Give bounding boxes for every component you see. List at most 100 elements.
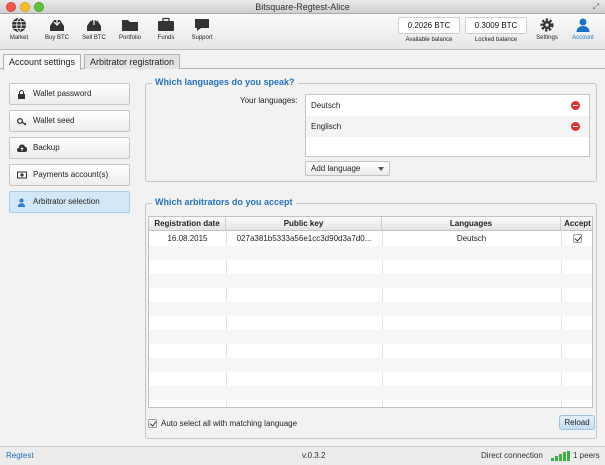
table-row bbox=[149, 302, 592, 316]
market-label: Market bbox=[9, 35, 29, 41]
account-button[interactable]: Account bbox=[566, 16, 600, 48]
remove-icon[interactable] bbox=[571, 101, 580, 110]
column-header-accept[interactable]: Accept bbox=[561, 217, 592, 231]
registration-date-cell: 16.08.2015 bbox=[167, 234, 208, 243]
settings-label: Settings bbox=[536, 35, 558, 41]
languages-list[interactable]: Deutsch Englisch bbox=[305, 94, 590, 157]
market-button[interactable]: Market bbox=[2, 16, 36, 48]
gear-icon bbox=[540, 18, 554, 32]
buy-btc-label: Buy BTC bbox=[44, 35, 69, 41]
languages-group: Which languages do you speak? Your langu… bbox=[145, 77, 597, 182]
folder-icon bbox=[122, 20, 138, 31]
table-row bbox=[149, 344, 592, 358]
connection-status: Direct connection bbox=[481, 451, 543, 460]
main-tabs: Account settings Arbitrator registration bbox=[0, 51, 605, 70]
version-label: v.0.3.2 bbox=[302, 451, 326, 460]
portfolio-button[interactable]: Portfolio bbox=[113, 16, 147, 48]
table-row bbox=[149, 246, 592, 260]
account-label: Account bbox=[572, 35, 594, 41]
briefcase-icon bbox=[158, 17, 174, 31]
locked-balance: 0.3009 BTC Locked balance bbox=[465, 17, 527, 43]
language-name: Deutsch bbox=[311, 101, 341, 110]
auto-select-checkbox[interactable] bbox=[148, 419, 157, 428]
sell-icon bbox=[87, 17, 101, 31]
list-item[interactable]: Deutsch bbox=[306, 95, 589, 116]
support-label: Support bbox=[191, 35, 213, 41]
table-row bbox=[149, 386, 592, 400]
table-row bbox=[149, 274, 592, 288]
languages-group-title: Which languages do you speak? bbox=[152, 77, 298, 87]
column-header-languages[interactable]: Languages bbox=[382, 217, 561, 231]
lock-icon bbox=[18, 90, 25, 99]
zoom-window-button[interactable] bbox=[34, 2, 44, 12]
accept-checkbox[interactable] bbox=[573, 234, 582, 243]
auto-select-label: Auto select all with matching language bbox=[161, 419, 298, 428]
reload-button[interactable]: Reload bbox=[559, 415, 595, 430]
portfolio-label: Portfolio bbox=[118, 35, 141, 41]
sidebar-item-label: Wallet password bbox=[33, 89, 92, 98]
sidebar-item-label: Payments account(s) bbox=[33, 170, 109, 179]
close-window-button[interactable] bbox=[6, 2, 16, 12]
user-icon bbox=[17, 198, 26, 207]
sidebar-item-label: Wallet seed bbox=[33, 116, 75, 125]
table-row bbox=[149, 372, 592, 386]
table-row[interactable]: 16.08.2015 027a381b5333a56e1cc3d90d3a7d0… bbox=[149, 232, 592, 246]
add-language-dropdown[interactable]: Add language bbox=[305, 161, 390, 176]
locked-balance-value: 0.3009 BTC bbox=[465, 17, 527, 34]
tab-arbitrator-registration[interactable]: Arbitrator registration bbox=[84, 54, 181, 69]
cloud-upload-icon bbox=[17, 144, 27, 152]
fullscreen-icon[interactable]: ⤢ bbox=[591, 2, 601, 12]
chat-bubble-icon bbox=[195, 19, 209, 31]
table-header: Registration date Public key Languages A… bbox=[149, 217, 592, 231]
arbitrators-group: Which arbitrators do you accept Registra… bbox=[145, 197, 597, 439]
language-name: Englisch bbox=[311, 122, 342, 131]
sidebar-item-arbitrator-selection[interactable]: Arbitrator selection bbox=[9, 191, 130, 213]
minimize-window-button[interactable] bbox=[20, 2, 30, 12]
table-row bbox=[149, 260, 592, 274]
support-button[interactable]: Support bbox=[185, 16, 219, 48]
sidebar-item-label: Arbitrator selection bbox=[33, 197, 100, 206]
available-balance: 0.2026 BTC Available balance bbox=[398, 17, 460, 43]
list-item[interactable]: Englisch bbox=[306, 116, 589, 137]
table-row bbox=[149, 358, 592, 372]
column-header-public-key[interactable]: Public key bbox=[226, 217, 382, 231]
locked-balance-label: Locked balance bbox=[474, 37, 518, 43]
sidebar-item-wallet-password[interactable]: Wallet password bbox=[9, 83, 130, 105]
chevron-down-icon bbox=[378, 167, 384, 171]
signal-strength-icon bbox=[551, 451, 571, 461]
globe-icon bbox=[12, 17, 26, 33]
money-icon bbox=[17, 171, 27, 179]
sell-btc-button[interactable]: Sell BTC bbox=[77, 16, 111, 48]
languages-cell: Deutsch bbox=[456, 234, 487, 243]
arbitrators-table: Registration date Public key Languages A… bbox=[148, 216, 593, 408]
buy-btc-button[interactable]: Buy BTC bbox=[40, 16, 74, 48]
public-key-cell: 027a381b5333a56e1cc3d90d3a7d0... bbox=[236, 234, 372, 243]
buy-icon bbox=[50, 18, 64, 31]
settings-button[interactable]: Settings bbox=[530, 16, 564, 48]
toolbar: Market Buy BTC Sell BTC Portfolio Funds … bbox=[0, 14, 605, 50]
your-languages-label: Your languages: bbox=[240, 96, 298, 105]
add-language-label: Add language bbox=[311, 164, 361, 173]
table-row bbox=[149, 288, 592, 302]
table-row bbox=[149, 330, 592, 344]
sidebar-item-wallet-seed[interactable]: Wallet seed bbox=[9, 110, 130, 132]
remove-icon[interactable] bbox=[571, 122, 580, 131]
title-bar: Bitsquare-Regtest-Alice ⤢ bbox=[0, 0, 605, 14]
sidebar-item-payments-accounts[interactable]: Payments account(s) bbox=[9, 164, 130, 186]
sell-btc-label: Sell BTC bbox=[82, 35, 106, 41]
funds-label: Funds bbox=[157, 35, 175, 41]
available-balance-label: Available balance bbox=[405, 37, 453, 43]
arbitrators-group-title: Which arbitrators do you accept bbox=[152, 197, 296, 207]
peers-count: 1 peers bbox=[573, 451, 600, 460]
user-icon bbox=[576, 18, 590, 32]
column-header-registration-date[interactable]: Registration date bbox=[149, 217, 226, 231]
sidebar-item-backup[interactable]: Backup bbox=[9, 137, 130, 159]
funds-button[interactable]: Funds bbox=[149, 16, 183, 48]
available-balance-value: 0.2026 BTC bbox=[398, 17, 460, 34]
table-row bbox=[149, 316, 592, 330]
window-title: Bitsquare-Regtest-Alice bbox=[255, 2, 350, 12]
tab-account-settings[interactable]: Account settings bbox=[3, 54, 82, 70]
key-icon bbox=[17, 117, 27, 126]
sidebar-item-label: Backup bbox=[33, 143, 60, 152]
status-bar: Regtest v.0.3.2 Direct connection 1 peer… bbox=[0, 446, 605, 465]
